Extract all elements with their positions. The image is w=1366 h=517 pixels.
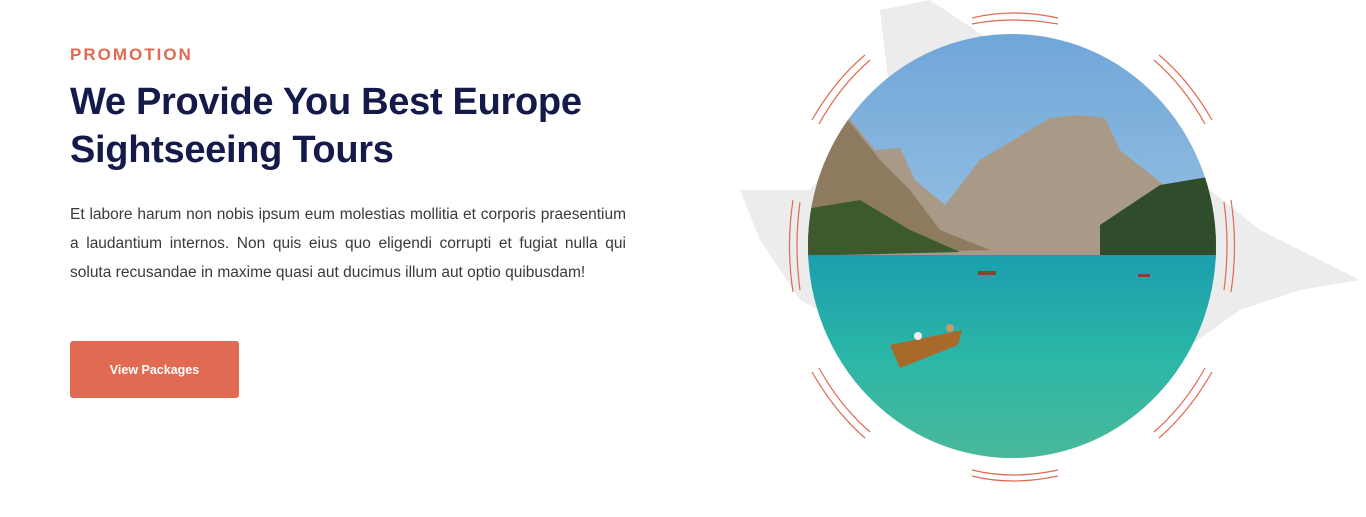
promotion-title: We Provide You Best Europe Sightseeing T… bbox=[70, 81, 582, 171]
lake-photo bbox=[808, 34, 1216, 458]
promo-image-area bbox=[740, 0, 1366, 512]
promotion-description: Et labore harum non nobis ipsum eum mole… bbox=[70, 206, 626, 281]
lake-photo-illustration bbox=[740, 0, 1360, 482]
promotion-eyebrow: PROMOTION bbox=[70, 45, 193, 64]
view-packages-button[interactable]: View Packages bbox=[70, 341, 239, 398]
